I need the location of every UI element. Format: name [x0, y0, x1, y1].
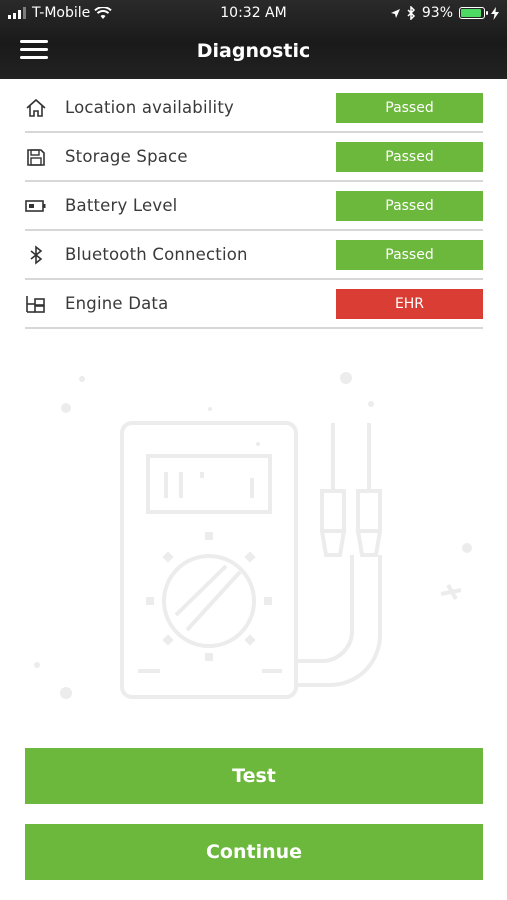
battery-icon	[25, 200, 46, 212]
page-title: Diagnostic	[196, 40, 311, 62]
bluetooth-status-icon	[407, 6, 415, 20]
status-badge: EHR	[336, 289, 483, 319]
engine-data-icon	[26, 296, 45, 313]
status-bar: T-Mobile 10:32 AM 93%	[0, 0, 507, 28]
location-arrow-icon	[390, 8, 400, 18]
battery-status-icon	[459, 7, 488, 19]
status-badge: Passed	[336, 93, 483, 123]
charging-icon	[491, 6, 499, 20]
status-badge: Passed	[336, 191, 483, 221]
check-label: Location availability	[65, 98, 234, 117]
app-header: T-Mobile 10:32 AM 93% Diagnostic	[0, 0, 507, 79]
status-bar-right: 93%	[390, 5, 499, 21]
check-label: Bluetooth Connection	[65, 245, 248, 264]
check-label: Engine Data	[65, 294, 169, 313]
floppy-disk-icon	[27, 149, 45, 166]
bluetooth-icon	[30, 245, 43, 265]
multimeter-illustration	[34, 372, 472, 699]
continue-button[interactable]: Continue	[25, 824, 483, 880]
check-label: Storage Space	[65, 147, 188, 166]
check-row-engine-data: Engine Data EHR	[25, 280, 483, 329]
test-button[interactable]: Test	[25, 748, 483, 804]
check-row-location: Location availability Passed	[25, 84, 483, 133]
check-row-storage: Storage Space Passed	[25, 133, 483, 182]
check-row-bluetooth: Bluetooth Connection Passed	[25, 231, 483, 280]
status-badge: Passed	[336, 142, 483, 172]
check-label: Battery Level	[65, 196, 178, 215]
check-row-battery: Battery Level Passed	[25, 182, 483, 231]
battery-percent: 93%	[421, 5, 453, 21]
diagnostic-check-list: Location availability Passed Storage Spa…	[25, 84, 483, 329]
status-badge: Passed	[336, 240, 483, 270]
home-icon	[26, 98, 46, 117]
